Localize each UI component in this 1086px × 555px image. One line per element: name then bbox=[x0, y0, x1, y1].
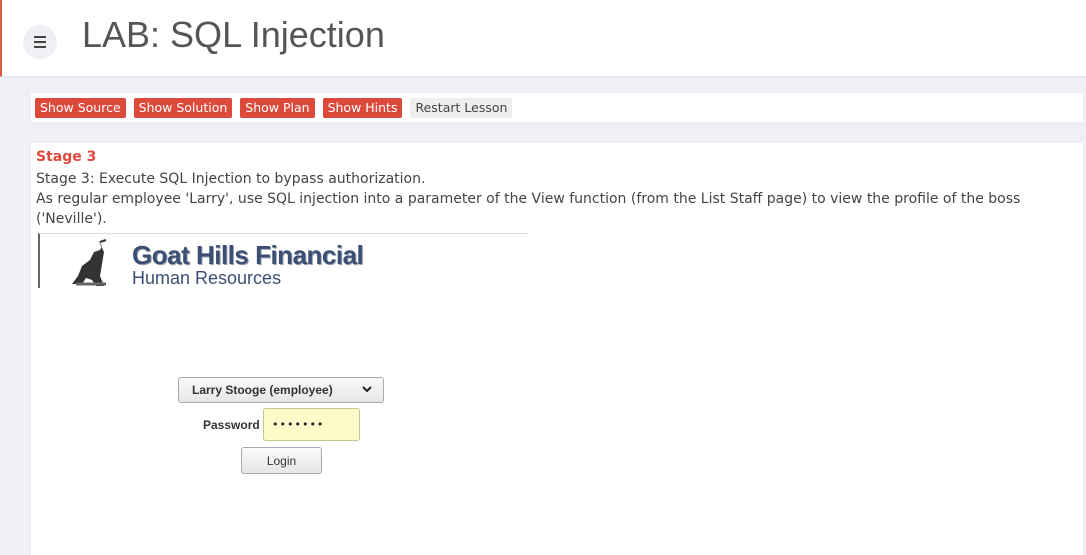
lesson-toolbar: Show Source Show Solution Show Plan Show… bbox=[31, 93, 1083, 122]
lesson-content: Stage 3 Stage 3: Execute SQL Injection t… bbox=[31, 143, 1083, 555]
menu-toggle-button[interactable] bbox=[23, 25, 57, 59]
app-header-logo: Goat Hills Financial Human Resources bbox=[38, 233, 528, 288]
show-source-button[interactable]: Show Source bbox=[35, 97, 126, 118]
logo-subtitle: Human Resources bbox=[132, 268, 282, 288]
show-hints-button[interactable]: Show Hints bbox=[322, 97, 403, 118]
top-bar: LAB: SQL Injection bbox=[0, 0, 1086, 77]
stage-title: Stage 3 bbox=[36, 149, 97, 165]
stage-instruction-line-2: As regular employee 'Larry', use SQL inj… bbox=[36, 191, 1021, 227]
stage-instructions: Stage 3: Execute SQL Injection to bypass… bbox=[36, 169, 1066, 229]
employee-select[interactable]: Larry Stooge (employee) bbox=[178, 377, 384, 403]
show-solution-button[interactable]: Show Solution bbox=[133, 97, 233, 118]
hamburger-icon bbox=[34, 35, 46, 50]
show-plan-button[interactable]: Show Plan bbox=[240, 97, 315, 118]
chevron-down-icon bbox=[361, 382, 373, 399]
page-title: LAB: SQL Injection bbox=[82, 14, 385, 55]
goat-logo-icon bbox=[72, 239, 107, 286]
logo-title: Goat Hills Financial bbox=[132, 240, 364, 270]
employee-select-value: Larry Stooge (employee) bbox=[192, 383, 333, 397]
login-button[interactable]: Login bbox=[241, 447, 322, 474]
stage-instruction-line-1: Stage 3: Execute SQL Injection to bypass… bbox=[36, 171, 426, 187]
password-label: Password bbox=[203, 418, 260, 432]
restart-lesson-button[interactable]: Restart Lesson bbox=[410, 97, 513, 118]
password-field[interactable] bbox=[263, 408, 360, 441]
